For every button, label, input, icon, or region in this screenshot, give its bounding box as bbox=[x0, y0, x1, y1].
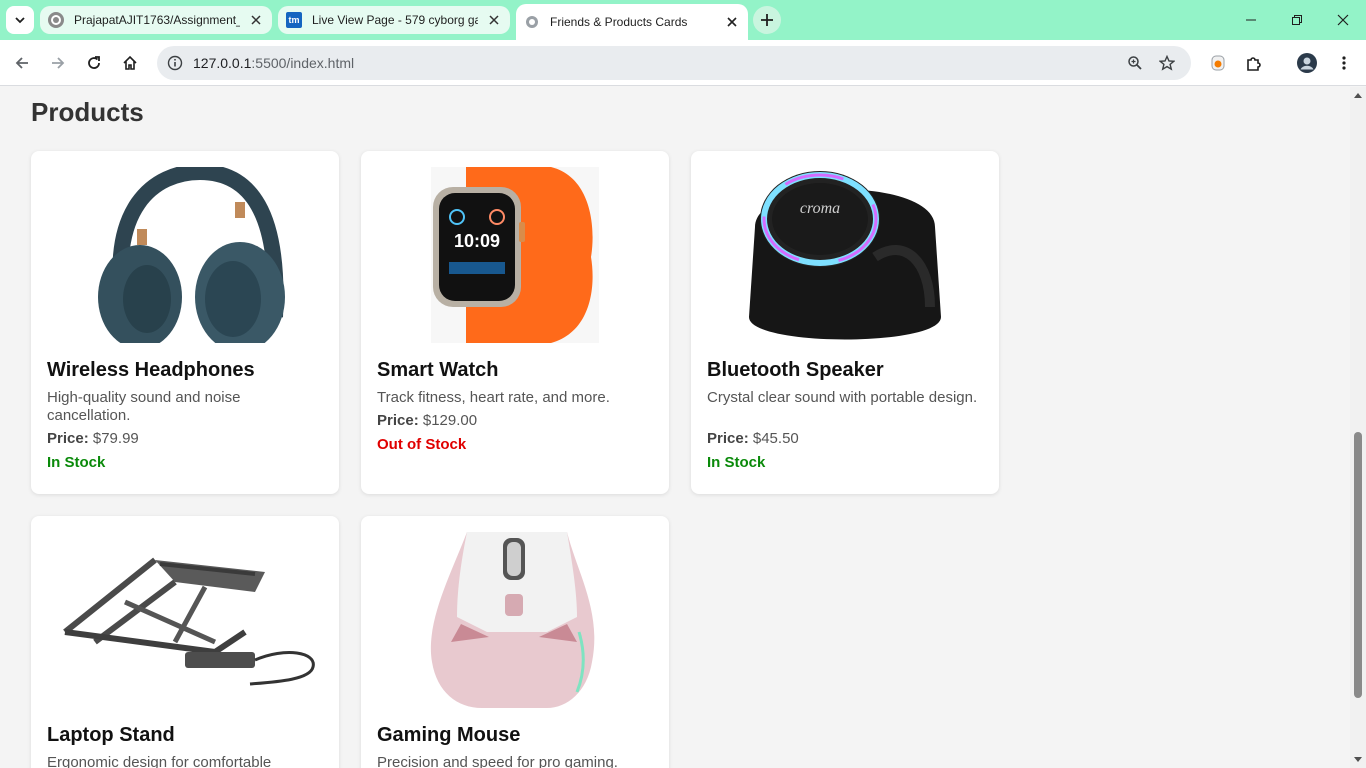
arrow-left-icon bbox=[15, 57, 28, 69]
laptop-stand-image bbox=[47, 532, 323, 708]
close-icon bbox=[1337, 14, 1349, 26]
section-title: Products bbox=[31, 97, 144, 127]
tab-live-view[interactable]: tm Live View Page - 579 cyborg ga bbox=[278, 6, 510, 34]
new-tab-button[interactable] bbox=[753, 6, 781, 34]
tab-title: PrajapatAJIT1763/Assignment_ bbox=[74, 13, 240, 27]
smartwatch-image: 10:09 bbox=[377, 167, 653, 343]
product-description: Ergonomic design for comfortable bbox=[47, 754, 272, 768]
product-price: Price: $45.50 bbox=[707, 430, 799, 447]
close-window-button[interactable] bbox=[1320, 0, 1366, 40]
page-viewport: Products Wireless Headphones High-qualit… bbox=[0, 87, 1350, 768]
close-tab-icon[interactable] bbox=[724, 14, 740, 30]
product-name: Bluetooth Speaker bbox=[707, 359, 884, 381]
stock-status: Out of Stock bbox=[377, 436, 467, 453]
product-card: Laptop Stand Ergonomic design for comfor… bbox=[31, 516, 339, 768]
restore-button[interactable] bbox=[1274, 0, 1320, 40]
product-name: Smart Watch bbox=[377, 359, 499, 381]
globe-icon bbox=[524, 14, 540, 30]
product-card: Gaming Mouse Precision and speed for pro… bbox=[361, 516, 669, 768]
svg-text:croma: croma bbox=[800, 200, 840, 217]
url-text[interactable]: 127.0.0.1:5500/index.html bbox=[193, 55, 354, 71]
minimize-icon bbox=[1246, 19, 1256, 21]
tab-strip: PrajapatAJIT1763/Assignment_ tm Live Vie… bbox=[0, 0, 1366, 40]
address-bar[interactable]: 127.0.0.1:5500/index.html bbox=[157, 46, 1191, 80]
scroll-down-arrow-icon[interactable] bbox=[1354, 757, 1362, 762]
tab-search-button[interactable] bbox=[6, 6, 34, 34]
product-card: croma Bluetooth Speaker Crystal clear so… bbox=[691, 151, 999, 494]
extensions-menu-button[interactable] bbox=[1238, 47, 1270, 79]
product-name: Wireless Headphones bbox=[47, 359, 255, 381]
arrow-right-icon bbox=[52, 57, 65, 69]
zoom-button[interactable] bbox=[1119, 47, 1151, 79]
more-vertical-icon bbox=[1342, 56, 1346, 70]
tab-friends-products[interactable]: Friends & Products Cards bbox=[516, 4, 748, 40]
product-description: Track fitness, heart rate, and more. bbox=[377, 389, 610, 406]
profile-button[interactable] bbox=[1291, 47, 1323, 79]
back-button[interactable] bbox=[6, 47, 38, 79]
tab-title: Friends & Products Cards bbox=[550, 15, 688, 29]
menu-button[interactable] bbox=[1328, 47, 1360, 79]
product-price: Price: $129.00 bbox=[377, 412, 478, 429]
zoom-icon bbox=[1128, 56, 1142, 70]
svg-text:10:09: 10:09 bbox=[454, 231, 500, 251]
product-card: 10:09 Smart Watch Track fitness, heart r… bbox=[361, 151, 669, 494]
bookmark-button[interactable] bbox=[1151, 47, 1183, 79]
restore-icon bbox=[1292, 15, 1302, 25]
stock-status: In Stock bbox=[47, 454, 106, 471]
extension-logo-icon bbox=[1211, 55, 1225, 71]
reload-button[interactable] bbox=[78, 47, 110, 79]
product-name: Gaming Mouse bbox=[377, 724, 521, 746]
avatar-icon bbox=[1297, 53, 1317, 73]
tab-github[interactable]: PrajapatAJIT1763/Assignment_ bbox=[40, 6, 272, 34]
product-description: High-quality sound and noise cancellatio… bbox=[47, 389, 241, 424]
site-info-icon[interactable] bbox=[163, 51, 187, 75]
plus-icon bbox=[761, 14, 773, 26]
tab-title: Live View Page - 579 cyborg ga bbox=[312, 13, 478, 27]
product-name: Laptop Stand bbox=[47, 724, 175, 746]
product-description: Crystal clear sound with portable design… bbox=[707, 389, 978, 406]
close-tab-icon[interactable] bbox=[248, 12, 264, 28]
speaker-image: croma bbox=[707, 167, 983, 343]
product-price: Price: $79.99 bbox=[47, 430, 139, 447]
tm-icon: tm bbox=[286, 12, 302, 28]
puzzle-icon bbox=[1247, 57, 1261, 71]
product-description: Precision and speed for pro gaming. bbox=[377, 754, 618, 768]
scroll-up-arrow-icon[interactable] bbox=[1354, 93, 1362, 98]
minimize-button[interactable] bbox=[1228, 0, 1274, 40]
chevron-down-icon bbox=[15, 17, 25, 24]
page-scrollbar[interactable] bbox=[1350, 87, 1366, 768]
home-button[interactable] bbox=[114, 47, 146, 79]
github-icon bbox=[48, 12, 64, 28]
browser-toolbar: 127.0.0.1:5500/index.html bbox=[0, 40, 1366, 86]
reload-icon bbox=[88, 56, 100, 69]
product-card: Wireless Headphones High-quality sound a… bbox=[31, 151, 339, 494]
close-tab-icon[interactable] bbox=[486, 12, 502, 28]
home-icon bbox=[123, 55, 137, 70]
gaming-mouse-image bbox=[377, 532, 653, 708]
extension-button[interactable] bbox=[1202, 47, 1234, 79]
star-icon bbox=[1159, 55, 1175, 71]
scrollbar-thumb[interactable] bbox=[1354, 432, 1362, 698]
headphones-image bbox=[47, 167, 323, 343]
stock-status: In Stock bbox=[707, 454, 766, 471]
forward-button[interactable] bbox=[42, 47, 74, 79]
